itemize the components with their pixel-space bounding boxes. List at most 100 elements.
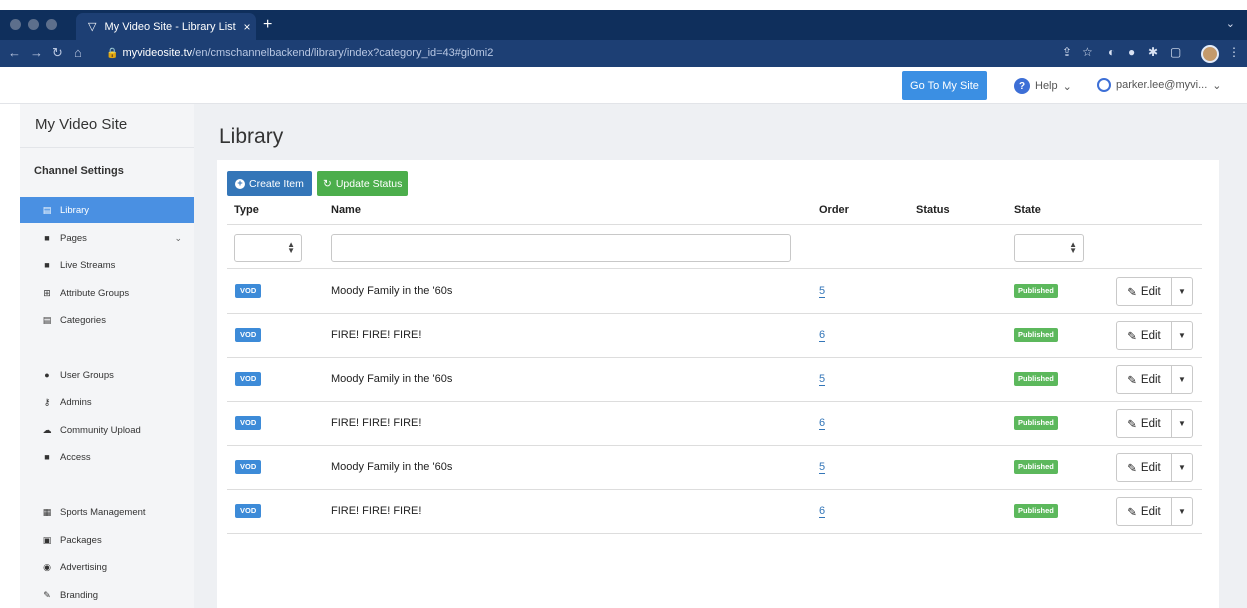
browser-tab[interactable]: ▽ My Video Site - Library List × <box>76 13 256 40</box>
url-field[interactable]: 🔒 myvideosite.tv/en/cmschannelbackend/lib… <box>106 43 1061 64</box>
reload-icon[interactable]: ↻ <box>52 45 63 61</box>
item-name: FIRE! FIRE! FIRE! <box>331 505 422 517</box>
chevron-down-icon: ⌄ <box>1062 80 1072 93</box>
select-arrows-icon: ▲ ▼ <box>287 240 295 255</box>
key-icon: ⚷ <box>43 396 51 407</box>
edit-dropdown-caret-icon[interactable]: ▼ <box>1172 321 1193 350</box>
sidebar-item-label: Packages <box>60 534 102 546</box>
create-item-label: Create Item <box>249 177 304 190</box>
sidebar-item-attribute-groups[interactable]: ⊞ Attribute Groups <box>20 280 194 306</box>
edit-dropdown-caret-icon[interactable]: ▼ <box>1172 365 1193 394</box>
chevron-down-icon[interactable]: ⌄ <box>174 233 182 244</box>
share-icon[interactable]: ⇪ <box>1062 45 1072 59</box>
lock-icon: ■ <box>44 452 50 462</box>
sidebar-item-user-groups[interactable]: ● User Groups <box>20 362 194 388</box>
lock-icon: 🔒 <box>106 48 119 59</box>
edit-button[interactable]: ✎ Edit <box>1116 277 1172 306</box>
edit-dropdown-caret-icon[interactable]: ▼ <box>1172 409 1193 438</box>
window-close-dot[interactable] <box>10 19 21 30</box>
type-badge: VOD <box>235 416 262 430</box>
list-icon: ▤ <box>42 314 52 325</box>
back-arrow-icon[interactable]: ← <box>8 45 21 60</box>
edit-button[interactable]: ✎ Edit <box>1116 365 1172 394</box>
site-title: My Video Site <box>35 116 128 133</box>
sidebar-item-pages[interactable]: ■ Pages ⌄ <box>20 225 194 251</box>
edit-dropdown-caret-icon[interactable]: ▼ <box>1172 277 1193 306</box>
extension-icon[interactable]: ◐ <box>1108 45 1115 59</box>
header-divider <box>227 224 1202 225</box>
cloud-upload-icon: ☁ <box>42 424 52 435</box>
table-row: VOD Moody Family in the '60s 5 Published… <box>227 357 1202 401</box>
state-badge: Published <box>1014 284 1058 298</box>
order-value[interactable]: 6 <box>819 417 826 430</box>
sidebar-item-packages[interactable]: ▣ Packages <box>20 527 194 553</box>
edit-dropdown-caret-icon[interactable]: ▼ <box>1172 497 1193 526</box>
order-value[interactable]: 6 <box>819 505 826 518</box>
create-item-button[interactable]: + Create Item <box>227 171 312 196</box>
column-header-type[interactable]: Type <box>234 204 259 216</box>
help-icon: ? <box>1014 78 1030 94</box>
item-name: Moody Family in the '60s <box>331 461 453 473</box>
close-tab-icon[interactable]: × <box>238 20 256 34</box>
app-header: Go To My Site ? Help ⌄ parker.lee@myvi..… <box>0 67 1247 104</box>
sidebar-item-advertising[interactable]: ◉ Advertising <box>20 554 194 580</box>
sidebar-item-branding[interactable]: ✎ Branding <box>20 582 194 608</box>
profile-avatar[interactable] <box>1201 45 1219 63</box>
sidebar-item-library[interactable]: ▤ Library <box>20 197 194 223</box>
edit-button[interactable]: ✎ Edit <box>1116 497 1172 526</box>
user-label: parker.lee@myvi... <box>1116 79 1208 91</box>
edit-dropdown-caret-icon[interactable]: ▼ <box>1172 453 1193 482</box>
plus-circle-icon: + <box>235 178 245 189</box>
library-panel: + Create Item ↻ Update Status Type Name … <box>217 160 1219 608</box>
sidebar-item-access[interactable]: ■ Access <box>20 444 194 470</box>
order-value[interactable]: 5 <box>819 373 826 386</box>
bookmark-star-icon[interactable]: ☆ <box>1082 45 1093 59</box>
table-row: VOD Moody Family in the '60s 5 Published… <box>227 445 1202 489</box>
order-value[interactable]: 6 <box>819 329 826 342</box>
sidebar-panel-icon[interactable]: ▢ <box>1170 45 1181 59</box>
column-header-state[interactable]: State <box>1014 204 1041 216</box>
edit-label: Edit <box>1140 329 1161 342</box>
user-menu[interactable]: parker.lee@myvi... ⌄ <box>1097 78 1221 92</box>
pencil-icon: ✎ <box>1127 418 1137 431</box>
sidebar: My Video Site Channel Settings ▤ Library… <box>20 104 194 608</box>
sidebar-item-sports-management[interactable]: ▦ Sports Management <box>20 499 194 525</box>
extension-icon-2[interactable]: ● <box>1128 45 1135 59</box>
item-name: FIRE! FIRE! FIRE! <box>331 329 422 341</box>
state-filter-select[interactable]: ▲ ▼ <box>1014 234 1084 262</box>
home-icon[interactable]: ⌂ <box>74 45 82 60</box>
puzzle-icon[interactable]: ✱ <box>1148 45 1158 59</box>
page-title: Library <box>219 125 284 148</box>
column-header-name[interactable]: Name <box>331 204 361 216</box>
type-badge: VOD <box>235 328 262 342</box>
sidebar-item-categories[interactable]: ▤ Categories <box>20 307 194 333</box>
table-row: VOD FIRE! FIRE! FIRE! 6 Published ✎ Edit … <box>227 401 1202 445</box>
calendar-icon: ▦ <box>42 506 52 517</box>
tab-list-chevron-icon[interactable]: ⌄ <box>1226 17 1235 30</box>
new-tab-icon[interactable]: + <box>263 16 272 34</box>
state-badge: Published <box>1014 460 1058 474</box>
edit-button[interactable]: ✎ Edit <box>1116 453 1172 482</box>
help-menu[interactable]: ? Help ⌄ <box>1014 78 1072 94</box>
update-status-button[interactable]: ↻ Update Status <box>317 171 409 196</box>
edit-button[interactable]: ✎ Edit <box>1116 321 1172 350</box>
sidebar-item-admins[interactable]: ⚷ Admins <box>20 389 194 415</box>
table-row: VOD FIRE! FIRE! FIRE! 6 Published ✎ Edit … <box>227 489 1202 533</box>
type-filter-select[interactable]: ▲ ▼ <box>234 234 302 262</box>
edit-button[interactable]: ✎ Edit <box>1116 409 1172 438</box>
window-zoom-dot[interactable] <box>46 19 57 30</box>
sidebar-item-label: Attribute Groups <box>60 287 130 299</box>
kebab-menu-icon[interactable]: ⋮ <box>1228 45 1240 59</box>
window-minimize-dot[interactable] <box>28 19 39 30</box>
sidebar-item-label: Live Streams <box>60 259 116 271</box>
sidebar-item-community-upload[interactable]: ☁ Community Upload <box>20 417 194 443</box>
order-value[interactable]: 5 <box>819 461 826 474</box>
order-value[interactable]: 5 <box>819 285 826 298</box>
go-to-my-site-button[interactable]: Go To My Site <box>902 71 987 100</box>
column-header-status[interactable]: Status <box>916 204 950 216</box>
column-header-order[interactable]: Order <box>819 204 849 216</box>
sidebar-item-live-streams[interactable]: ■ Live Streams <box>20 252 194 278</box>
help-label: Help <box>1035 80 1058 92</box>
forward-arrow-icon[interactable]: → <box>30 45 43 60</box>
name-filter-input[interactable] <box>331 234 791 262</box>
